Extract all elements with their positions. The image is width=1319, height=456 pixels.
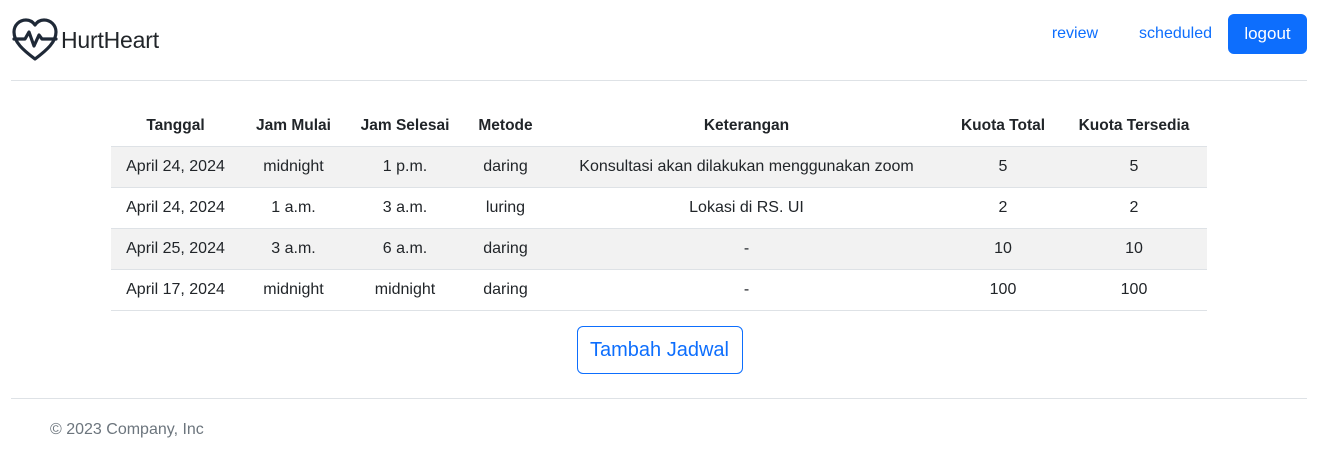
cell-metode: luring	[463, 187, 548, 229]
cell-kuota-total: 5	[945, 146, 1061, 188]
add-schedule-container: Tambah Jadwal	[0, 326, 1319, 374]
table-row: April 24, 2024 midnight 1 p.m. daring Ko…	[111, 146, 1207, 188]
table-row: April 17, 2024 midnight midnight daring …	[111, 269, 1207, 311]
brand[interactable]: HurtHeart	[11, 16, 159, 64]
cell-tanggal: April 17, 2024	[111, 269, 240, 311]
schedule-table-container: Tanggal Jam Mulai Jam Selesai Metode Ket…	[111, 106, 1207, 311]
cell-jam-selesai: 3 a.m.	[347, 187, 463, 229]
cell-tanggal: April 24, 2024	[111, 146, 240, 188]
cell-kuota-tersedia: 100	[1061, 269, 1207, 311]
cell-keterangan: Konsultasi akan dilakukan menggunakan zo…	[548, 146, 945, 188]
top-nav: review scheduled logout	[1038, 14, 1307, 54]
cell-kuota-total: 2	[945, 187, 1061, 229]
column-header-jam-selesai: Jam Selesai	[347, 106, 463, 147]
cell-kuota-tersedia: 10	[1061, 228, 1207, 270]
column-header-keterangan: Keterangan	[548, 106, 945, 147]
cell-jam-mulai: midnight	[240, 269, 347, 311]
cell-kuota-tersedia: 5	[1061, 146, 1207, 188]
logout-button[interactable]: logout	[1228, 14, 1307, 54]
cell-keterangan: -	[548, 269, 945, 311]
cell-jam-selesai: 6 a.m.	[347, 228, 463, 270]
column-header-kuota-total: Kuota Total	[945, 106, 1061, 147]
cell-jam-selesai: 1 p.m.	[347, 146, 463, 188]
schedule-table: Tanggal Jam Mulai Jam Selesai Metode Ket…	[111, 106, 1207, 311]
cell-tanggal: April 24, 2024	[111, 187, 240, 229]
copyright-text: © 2023 Company, Inc	[50, 421, 204, 438]
column-header-tanggal: Tanggal	[111, 106, 240, 147]
add-schedule-button[interactable]: Tambah Jadwal	[576, 326, 743, 374]
cell-jam-mulai: midnight	[240, 146, 347, 188]
cell-jam-mulai: 3 a.m.	[240, 228, 347, 270]
table-row: April 24, 2024 1 a.m. 3 a.m. luring Loka…	[111, 187, 1207, 229]
cell-kuota-tersedia: 2	[1061, 187, 1207, 229]
cell-keterangan: Lokasi di RS. UI	[548, 187, 945, 229]
cell-tanggal: April 25, 2024	[111, 228, 240, 270]
cell-keterangan: -	[548, 228, 945, 270]
header: HurtHeart review scheduled logout	[11, 0, 1307, 81]
cell-metode: daring	[463, 228, 548, 270]
column-header-jam-mulai: Jam Mulai	[240, 106, 347, 147]
footer: © 2023 Company, Inc	[11, 398, 1307, 456]
nav-review-link[interactable]: review	[1038, 17, 1112, 51]
table-header-row: Tanggal Jam Mulai Jam Selesai Metode Ket…	[111, 106, 1207, 147]
heart-pulse-icon	[11, 17, 59, 63]
cell-jam-mulai: 1 a.m.	[240, 187, 347, 229]
cell-metode: daring	[463, 146, 548, 188]
table-row: April 25, 2024 3 a.m. 6 a.m. daring - 10…	[111, 228, 1207, 270]
brand-name: HurtHeart	[61, 26, 159, 53]
cell-kuota-total: 10	[945, 228, 1061, 270]
cell-jam-selesai: midnight	[347, 269, 463, 311]
cell-kuota-total: 100	[945, 269, 1061, 311]
column-header-metode: Metode	[463, 106, 548, 147]
nav-scheduled-link[interactable]: scheduled	[1125, 17, 1226, 51]
cell-metode: daring	[463, 269, 548, 311]
column-header-kuota-tersedia: Kuota Tersedia	[1061, 106, 1207, 147]
